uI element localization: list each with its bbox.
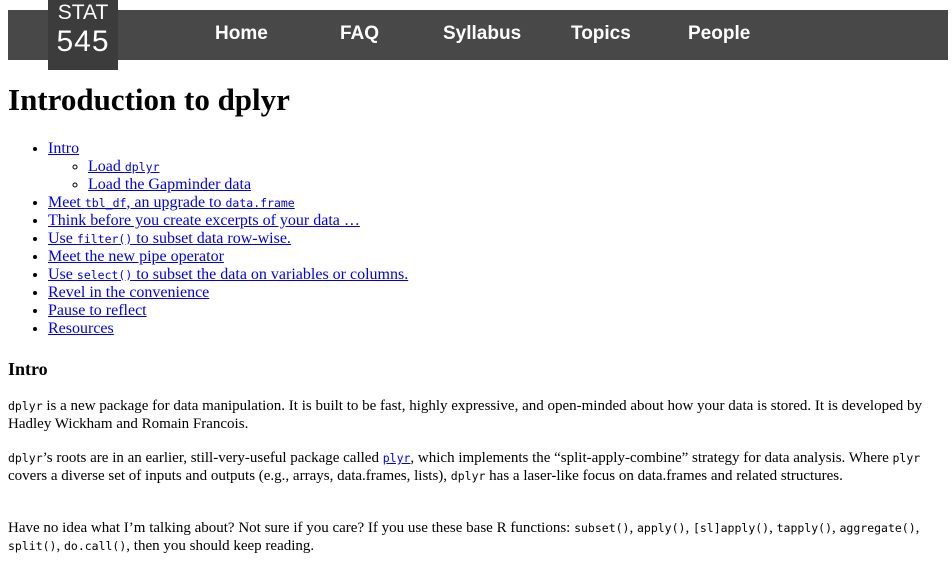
inline-code: dplyr bbox=[8, 451, 43, 465]
toc-item: Meet tbl_df, an upgrade to data.frame bbox=[48, 194, 408, 212]
toc-link-load-dplyr[interactable]: Load dplyr bbox=[88, 158, 160, 175]
toc-link-revel[interactable]: Revel in the convenience bbox=[48, 284, 209, 301]
table-of-contents: Intro Load dplyr Load the Gapminder data… bbox=[8, 140, 408, 338]
nav-topics[interactable]: Topics bbox=[571, 22, 631, 46]
toc-code: filter() bbox=[76, 232, 133, 246]
paragraph-text: , which implements the “split-apply-comb… bbox=[410, 450, 893, 466]
separator: , bbox=[685, 520, 693, 536]
inline-code: plyr bbox=[382, 451, 411, 465]
paragraph-text: covers a diverse set of inputs and outpu… bbox=[8, 467, 451, 484]
separator: , bbox=[629, 520, 637, 536]
paragraph-text: is a new package for data manipulation. … bbox=[8, 398, 922, 432]
toc-link-meet-tbl-df[interactable]: Meet tbl_df, an upgrade to data.frame bbox=[48, 194, 295, 211]
stat545-logo[interactable]: STAT 545 bbox=[48, 0, 118, 70]
separator: , bbox=[915, 520, 920, 536]
toc-link-pause[interactable]: Pause to reflect bbox=[48, 302, 147, 319]
separator: , bbox=[832, 520, 840, 536]
toc-item: Use filter() to subset data row-wise. bbox=[48, 230, 408, 248]
separator: , bbox=[56, 537, 64, 554]
toc-text: Meet bbox=[48, 194, 85, 211]
intro-paragraph-2: dplyr’s roots are in an earlier, still-v… bbox=[8, 450, 938, 485]
intro-paragraph-3: Have no idea what I’m talking about? Not… bbox=[8, 520, 938, 555]
toc-text: , an upgrade to bbox=[126, 194, 226, 211]
paragraph-text: Have no idea what I’m talking about? Not… bbox=[8, 520, 575, 536]
toc-link-select[interactable]: Use select() to subset the data on varia… bbox=[48, 266, 408, 283]
section-heading-intro: Intro bbox=[8, 359, 48, 379]
toc-item: Load dplyr bbox=[88, 158, 408, 176]
nav-syllabus[interactable]: Syllabus bbox=[443, 22, 521, 46]
inline-code: aggregate() bbox=[839, 521, 916, 535]
toc-item: Meet the new pipe operator bbox=[48, 248, 408, 266]
toc-link-intro[interactable]: Intro bbox=[48, 140, 79, 157]
toc-text: to subset the data on variables or colum… bbox=[132, 266, 409, 283]
toc-item: Use select() to subset the data on varia… bbox=[48, 266, 408, 284]
paragraph-text: , then you should keep reading. bbox=[126, 537, 315, 554]
toc-text: Use bbox=[48, 230, 77, 247]
toc-link-load-gapminder[interactable]: Load the Gapminder data bbox=[88, 176, 251, 193]
toc-link-think-before[interactable]: Think before you create excerpts of your… bbox=[48, 212, 360, 229]
toc-text: to subset data row-wise. bbox=[132, 230, 291, 247]
inline-code: dplyr bbox=[8, 399, 43, 413]
inline-code: [sl]apply() bbox=[692, 521, 770, 535]
toc-item: Load the Gapminder data bbox=[88, 176, 408, 194]
page-title: Introduction to dplyr bbox=[8, 82, 290, 117]
toc-code: tbl_df bbox=[84, 196, 127, 210]
plyr-link[interactable]: plyr bbox=[383, 450, 411, 466]
toc-code: data.frame bbox=[225, 196, 295, 210]
inline-code: dplyr bbox=[450, 468, 486, 483]
toc-item: Revel in the convenience bbox=[48, 284, 408, 302]
inline-code: plyr bbox=[892, 451, 921, 465]
nav-people[interactable]: People bbox=[688, 22, 750, 46]
toc-item: Intro Load dplyr Load the Gapminder data bbox=[48, 140, 408, 194]
paragraph-text: ’s roots are in an earlier, still-very-u… bbox=[42, 450, 383, 466]
toc-item: Resources bbox=[48, 320, 408, 338]
toc-link-pipe[interactable]: Meet the new pipe operator bbox=[48, 248, 224, 265]
intro-paragraph-1: dplyr is a new package for data manipula… bbox=[8, 398, 938, 433]
toc-link-resources[interactable]: Resources bbox=[48, 320, 114, 337]
paragraph-text: has a laser-like focus on data.frames an… bbox=[485, 467, 843, 484]
inline-code: subset() bbox=[574, 521, 630, 535]
nav-home[interactable]: Home bbox=[215, 22, 268, 46]
inline-code: split() bbox=[8, 538, 57, 553]
inline-code: tapply() bbox=[776, 521, 832, 535]
logo-line1: STAT bbox=[57, 1, 109, 24]
toc-code: dplyr bbox=[124, 160, 160, 174]
toc-item: Pause to reflect bbox=[48, 302, 408, 320]
toc-link-filter[interactable]: Use filter() to subset data row-wise. bbox=[48, 230, 291, 247]
separator: , bbox=[769, 520, 777, 536]
toc-code: select() bbox=[76, 268, 133, 282]
logo-line2: 545 bbox=[56, 25, 110, 58]
inline-code: apply() bbox=[636, 521, 686, 535]
toc-item: Think before you create excerpts of your… bbox=[48, 212, 408, 230]
toc-text: Load bbox=[88, 158, 125, 175]
toc-text: Use bbox=[48, 266, 77, 283]
inline-code: do.call() bbox=[63, 538, 127, 553]
nav-faq[interactable]: FAQ bbox=[340, 22, 379, 46]
